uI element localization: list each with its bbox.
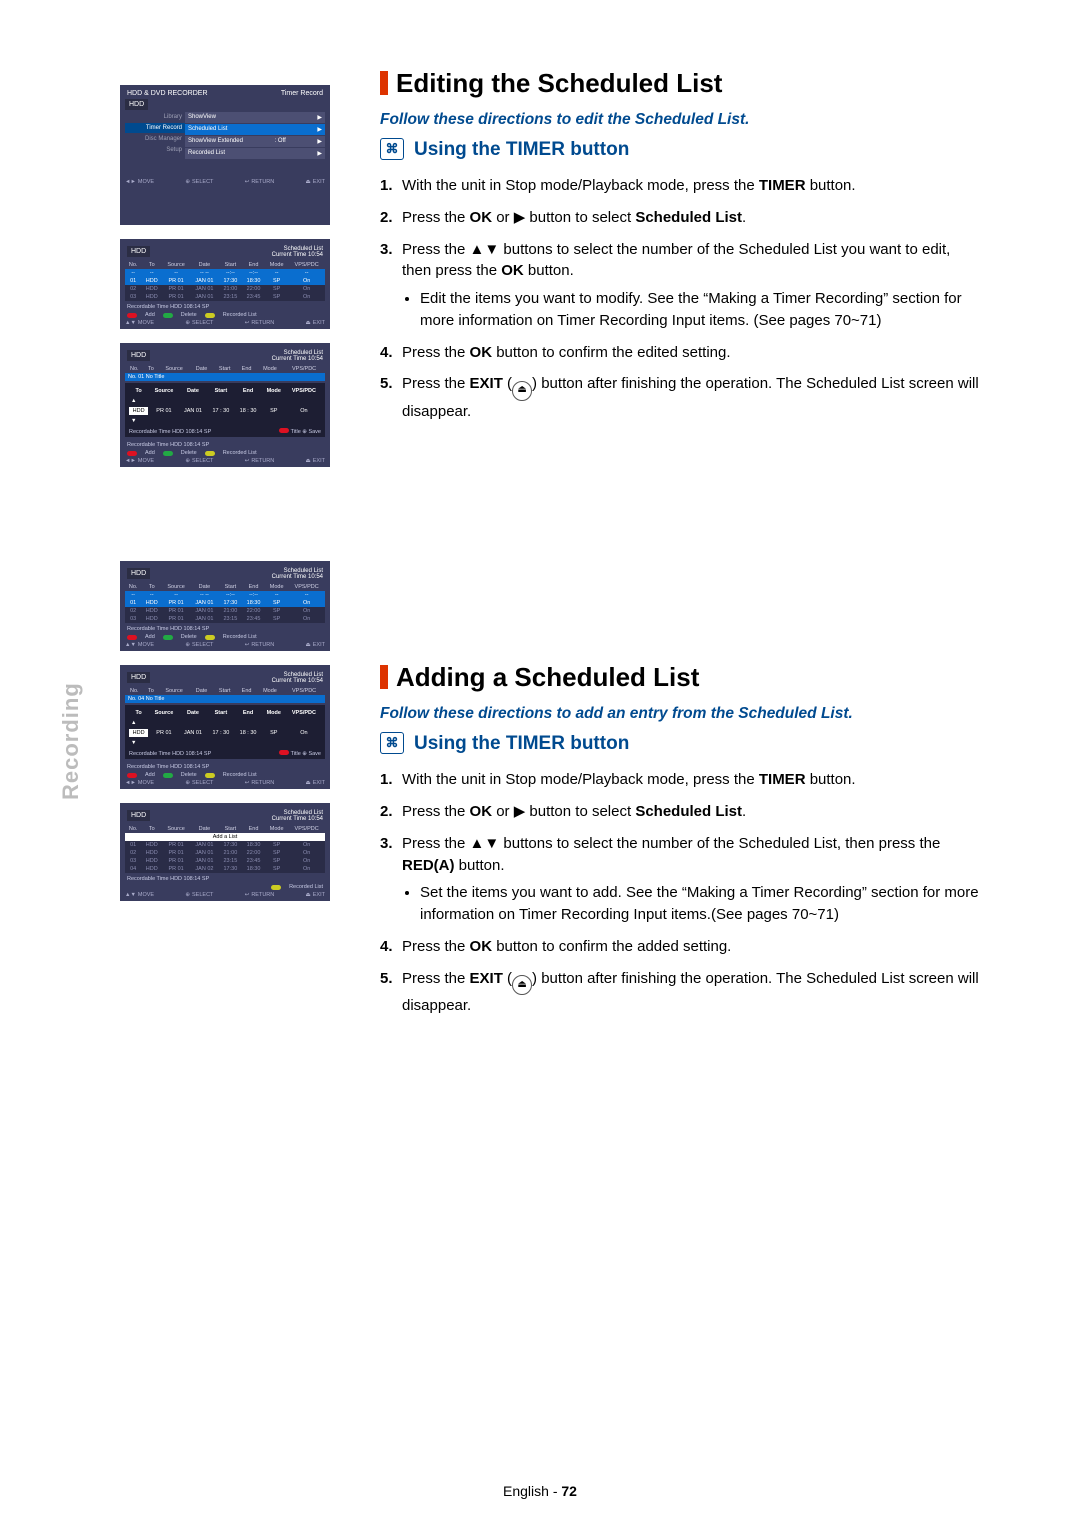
- subtitle-adding: Follow these directions to add an entry …: [380, 705, 980, 723]
- hdd-label: HDD: [127, 350, 150, 361]
- remote-icon: ⌘: [380, 138, 404, 160]
- menu-recorded-list[interactable]: Recorded List▶: [185, 148, 325, 159]
- footer-return: ↩ RETURN: [245, 320, 275, 326]
- hdd-label: HDD: [125, 99, 148, 110]
- table-row[interactable]: 01HDDPR 01JAN 0117:3018:30SPOn: [125, 599, 325, 607]
- red-pill-icon[interactable]: [127, 313, 137, 318]
- subheading-timer-1: ⌘ Using the TIMER button: [380, 139, 980, 161]
- timer-menu-panel: HDD & DVD RECORDER Timer Record HDD Libr…: [120, 85, 330, 225]
- footer-move: ◄► MOVE: [125, 179, 154, 185]
- side-label: Recording: [58, 682, 84, 800]
- menu-showview-ext[interactable]: ShowView Extended: Off▶: [185, 136, 325, 147]
- footer-select: ⊕ SELECT: [185, 320, 213, 326]
- scheduled-list-panel-b: HDD Scheduled ListCurrent Time 10:54 No.…: [120, 561, 330, 651]
- hdd-label: HDD: [127, 246, 150, 257]
- heading-adding: Adding a Scheduled List: [380, 662, 980, 693]
- menu-disc-manager[interactable]: Disc Manager: [125, 134, 185, 144]
- title-button[interactable]: Title: [291, 429, 301, 435]
- footer-return: ↩ RETURN: [245, 179, 275, 185]
- current-time: Current Time 10:54: [272, 252, 323, 258]
- edit-row[interactable]: ToSourceDateStartEndModeVPS/PDC ▲ HDDPR …: [125, 705, 325, 759]
- subheading-timer-2: ⌘ Using the TIMER button: [380, 733, 980, 755]
- footer-exit: ⏏ EXIT: [306, 320, 325, 326]
- table-row[interactable]: 01HDDPR 01JAN 0117:3018:30SPOn: [125, 841, 325, 849]
- no-title-row: No. 01 No Title: [125, 373, 325, 381]
- menu-scheduled-list[interactable]: Scheduled List▶: [185, 124, 325, 135]
- red-pill-icon[interactable]: [279, 428, 289, 433]
- menu-library[interactable]: Library: [125, 112, 185, 122]
- exit-icon: ⏏: [512, 975, 532, 995]
- sort-row[interactable]: -------- ----:----:------: [125, 269, 325, 277]
- footer-exit: ⏏ EXIT: [306, 179, 325, 185]
- no-title-row: No. 04 No Title: [125, 695, 325, 703]
- scheduled-edit-panel-2: HDD Scheduled ListCurrent Time 10:54 No.…: [120, 665, 330, 789]
- footer-select: ⊕ SELECT: [185, 179, 213, 185]
- footer-move: ▲▼ MOVE: [125, 320, 154, 326]
- section-editing: Editing the Scheduled List Follow these …: [380, 68, 980, 422]
- table-row[interactable]: 03HDDPR 01JAN 0123:1523:45SPOn: [125, 293, 325, 301]
- table-row[interactable]: 03HDDPR 01JAN 0123:1523:45SPOn: [125, 857, 325, 865]
- menu-showview[interactable]: ShowView▶: [185, 112, 325, 123]
- recordable-time: Recordable Time HDD 108:14 SP: [125, 301, 325, 311]
- table-row[interactable]: 04HDDPR 01JAN 0217:3018:30SPOn: [125, 865, 325, 873]
- exit-icon: ⏏: [512, 381, 532, 401]
- scheduled-list-panel-a: HDD Scheduled List Current Time 10:54 No…: [120, 239, 330, 329]
- left-screenshots: HDD & DVD RECORDER Timer Record HDD Libr…: [120, 85, 330, 915]
- table-row[interactable]: 03HDDPR 01JAN 0123:1523:45SPOn: [125, 615, 325, 623]
- recorded-list-button[interactable]: Recorded List: [223, 312, 257, 318]
- subtitle-editing: Follow these directions to edit the Sche…: [380, 111, 980, 129]
- yellow-pill-icon[interactable]: [205, 313, 215, 318]
- table-row[interactable]: 01HDDPR 01JAN 0117:3018:30SPOn: [125, 277, 325, 285]
- edit-row[interactable]: ToSourceDateStartEndModeVPS/PDC ▲ HDDPR …: [125, 383, 325, 437]
- scheduled-edit-panel-1: HDD Scheduled List Current Time 10:54 No…: [120, 343, 330, 467]
- add-a-list-row[interactable]: Add a List: [125, 833, 325, 841]
- section-adding: Adding a Scheduled List Follow these dir…: [380, 662, 980, 1016]
- panel-corner: Timer Record: [281, 90, 323, 97]
- green-pill-icon[interactable]: [163, 313, 173, 318]
- instructions-editing: With the unit in Stop mode/Playback mode…: [380, 175, 980, 422]
- table-row[interactable]: 02HDDPR 01JAN 0121:0022:00SPOn: [125, 849, 325, 857]
- menu-setup[interactable]: Setup: [125, 145, 185, 155]
- menu-timer-record[interactable]: Timer Record: [125, 123, 185, 133]
- scheduled-table: No.ToSourceDateStartEndModeVPS/PDC -----…: [125, 261, 325, 301]
- panel-title: HDD & DVD RECORDER: [127, 90, 208, 97]
- instructions-adding: With the unit in Stop mode/Playback mode…: [380, 769, 980, 1016]
- add-button[interactable]: Add: [145, 312, 155, 318]
- table-row[interactable]: 02HDDPR 01JAN 0121:0022:00SPOn: [125, 607, 325, 615]
- scheduled-list-panel-c: HDD Scheduled ListCurrent Time 10:54 No.…: [120, 803, 330, 901]
- table-row[interactable]: 02HDDPR 01JAN 0121:0022:00SPOn: [125, 285, 325, 293]
- page-footer: English - 72: [0, 1483, 1080, 1499]
- remote-icon: ⌘: [380, 732, 404, 754]
- delete-button[interactable]: Delete: [181, 312, 197, 318]
- heading-editing: Editing the Scheduled List: [380, 68, 980, 99]
- save-button[interactable]: Save: [308, 429, 321, 435]
